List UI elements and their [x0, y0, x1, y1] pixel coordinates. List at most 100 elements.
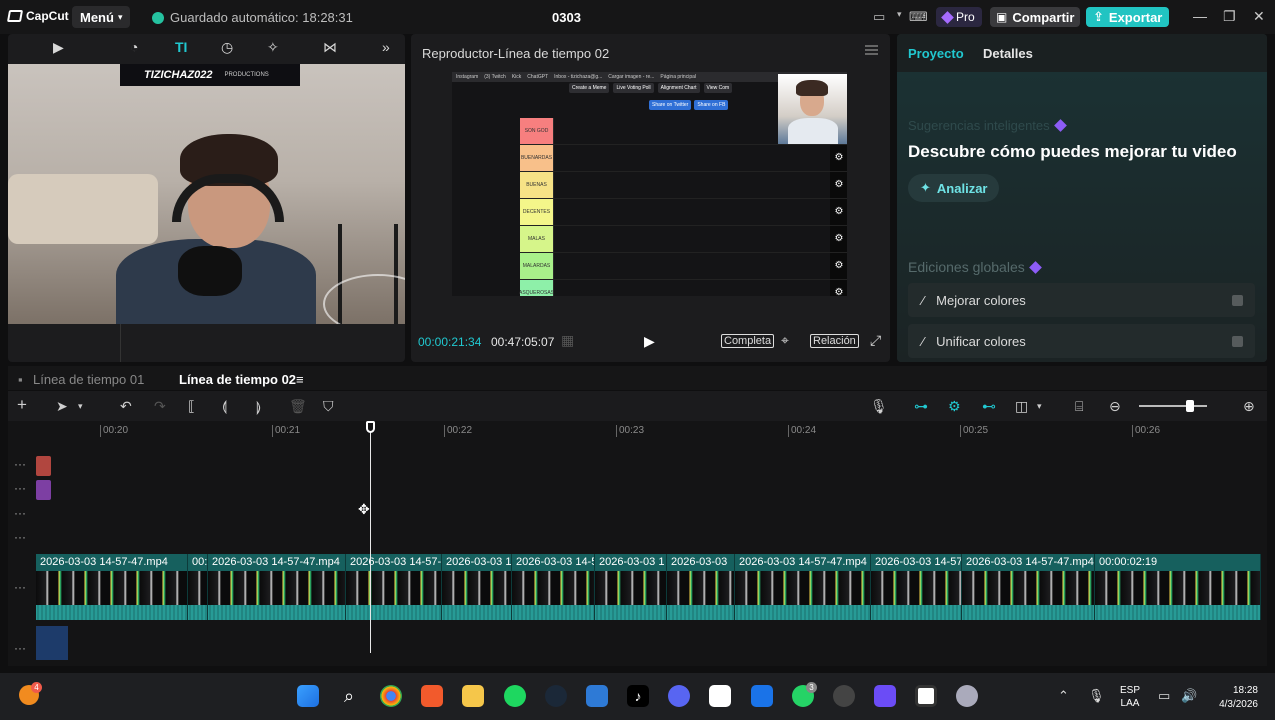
fullscreen-icon[interactable]: ⤢ [870, 332, 881, 349]
timecode-format-icon[interactable]: ▦ [561, 332, 574, 349]
video-clip[interactable]: 2026-03-03 14-57- [346, 554, 442, 620]
capcut-taskbar-icon[interactable] [709, 685, 731, 707]
video-clip[interactable]: 2026-03-03 14-57-47.mp4 [36, 554, 188, 620]
redo-icon[interactable]: ↷ [154, 398, 166, 415]
video-clip[interactable]: 2026-03-03 14-5 [512, 554, 595, 620]
volume-icon[interactable]: 🔊 [1181, 688, 1197, 704]
full-quality-button[interactable]: Completa [721, 334, 775, 348]
zoom-slider-track[interactable] [1139, 405, 1207, 407]
brave-icon[interactable] [421, 685, 443, 707]
unify-colors-option[interactable]: ⁄ Unificar colores [908, 324, 1255, 358]
track-menu-icon[interactable]: ··· [14, 641, 26, 655]
input-language[interactable]: ESP LAA [1120, 684, 1140, 710]
tab-text-icon[interactable]: TI [175, 39, 187, 55]
settings-icon[interactable] [956, 685, 978, 707]
video-clip[interactable]: 2026-03-03 14-57-47.mp4 [735, 554, 871, 620]
video-clip[interactable]: 2026-03-03 14-57-47.mp4 [962, 554, 1095, 620]
file-explorer-icon[interactable] [462, 685, 484, 707]
microphone-tray-icon[interactable]: 🎙 [1088, 688, 1105, 704]
zoom-slider-handle[interactable] [1186, 400, 1194, 412]
layout-icon[interactable]: ▭ [873, 9, 885, 25]
video-clip[interactable]: 2026-03-03 14-57-47.mp4 [208, 554, 346, 620]
network-icon[interactable]: ▭ [1158, 688, 1170, 704]
zoom-in-icon[interactable]: ⊕ [1243, 398, 1255, 415]
tab-effects-icon[interactable]: ✧ [267, 39, 279, 56]
select-cursor-icon[interactable]: ➤ [56, 398, 68, 415]
document-icon[interactable] [751, 685, 773, 707]
close-icon[interactable]: ✕ [1253, 8, 1265, 25]
audio-clip[interactable] [36, 626, 68, 660]
delete-icon[interactable]: 🗑 [289, 398, 307, 415]
shield-icon[interactable]: ⛉ [323, 398, 334, 415]
trim-left-icon[interactable]: ⟬ [222, 398, 227, 415]
chevron-down-icon[interactable]: ▾ [1037, 401, 1042, 412]
more-tabs-icon[interactable]: » [382, 39, 390, 55]
playhead-handle[interactable] [366, 421, 375, 433]
effect-clip[interactable] [36, 480, 51, 500]
improve-colors-toggle[interactable] [1232, 295, 1243, 306]
tab-details[interactable]: Detalles [983, 46, 1033, 61]
analyze-button[interactable]: ✦ Analizar [908, 174, 1000, 202]
restore-icon[interactable]: ❐ [1223, 8, 1236, 25]
video-track[interactable]: 2026-03-03 14-57-47.mp4 00:0 2026-03-03 14… [36, 554, 1261, 620]
system-clock[interactable]: 18:28 4/3/2026 [1210, 684, 1258, 712]
trim-right-icon[interactable]: ⟭ [256, 398, 261, 415]
tab-audio-icon[interactable]: ◔ [130, 39, 138, 55]
caption-icon[interactable]: ⌸ [1075, 398, 1083, 415]
chevron-down-icon[interactable]: ▾ [78, 401, 83, 412]
track-menu-icon[interactable]: ··· [14, 580, 26, 594]
pro-button[interactable]: Pro [936, 7, 982, 27]
track-menu-icon[interactable]: ··· [14, 506, 26, 520]
tab-media-icon[interactable]: ▶ [53, 39, 64, 56]
aspect-ratio-button[interactable]: Relación [810, 334, 859, 348]
improve-colors-option[interactable]: ⁄ Mejorar colores [908, 283, 1255, 317]
start-icon[interactable] [297, 685, 319, 707]
microphone-icon[interactable]: 🎙 [870, 398, 888, 415]
tab-project[interactable]: Proyecto [908, 46, 964, 61]
magnet-icon[interactable]: ⚙ [948, 398, 961, 415]
capcut-active-icon[interactable] [915, 685, 937, 707]
tiktok-icon[interactable]: ♪ [627, 685, 649, 707]
video-clip[interactable]: 2026-03-03 1 [595, 554, 667, 620]
video-clip[interactable]: 2026-03-03 14-57 [871, 554, 962, 620]
play-icon[interactable]: ▶ [644, 333, 655, 350]
track-menu-icon[interactable]: ··· [14, 481, 26, 495]
store-icon[interactable] [586, 685, 608, 707]
timeline-area[interactable]: 00:20 00:21 00:22 00:23 00:24 00:25 00:26 ··· … [8, 421, 1267, 666]
link-clips-icon[interactable]: ⊶ [914, 398, 928, 415]
search-icon[interactable]: ⌕ [338, 685, 360, 707]
export-button[interactable]: ⇪ Exportar [1086, 7, 1170, 27]
video-clip[interactable]: 2026-03-03 [667, 554, 735, 620]
undo-icon[interactable]: ↶ [120, 398, 132, 415]
zoom-out-icon[interactable]: ⊖ [1109, 398, 1121, 415]
video-clip[interactable]: 2026-03-03 1 [442, 554, 512, 620]
tab-timeline-01[interactable]: Línea de tiempo 01 [33, 372, 144, 387]
focus-icon[interactable]: ⌖ [781, 332, 789, 349]
recorder-icon[interactable] [833, 685, 855, 707]
video-clip[interactable]: 00:00:02:19 [1095, 554, 1261, 620]
track-menu-icon[interactable]: ··· [14, 530, 26, 544]
preview-axis-icon[interactable]: ◫ [1015, 398, 1028, 415]
chevron-up-icon[interactable]: ⌃ [1058, 688, 1069, 704]
chevron-down-icon[interactable]: ▾ [897, 9, 902, 20]
share-button[interactable]: ▣ Compartir [990, 7, 1081, 27]
add-icon[interactable]: + [17, 395, 27, 415]
tab-stickers-icon[interactable]: ◷ [221, 39, 233, 56]
keyboard-icon[interactable]: ⌨ [909, 9, 928, 25]
discord-icon[interactable] [668, 685, 690, 707]
split-icon[interactable]: ⟦ [188, 398, 195, 415]
minimize-icon[interactable]: — [1193, 8, 1207, 24]
text-clip[interactable] [36, 456, 51, 476]
menu-icon[interactable] [865, 45, 878, 55]
playhead[interactable] [370, 421, 371, 653]
app-grid-icon[interactable] [874, 685, 896, 707]
snap-icon[interactable]: ⊷ [982, 398, 996, 415]
tab-timeline-02[interactable]: Línea de tiempo 02 [179, 372, 296, 387]
chrome-icon[interactable] [380, 685, 402, 707]
menu-button[interactable]: Menú ▾ [72, 6, 131, 28]
time-ruler[interactable]: 00:20 00:21 00:22 00:23 00:24 00:25 00:26 [36, 421, 1267, 443]
track-menu-icon[interactable]: ··· [14, 457, 26, 471]
unify-colors-toggle[interactable] [1232, 336, 1243, 347]
spotify-icon[interactable] [504, 685, 526, 707]
video-preview[interactable]: Instagram (3) Twitch Kick ChatGPT Inbox - ti… [452, 72, 847, 296]
